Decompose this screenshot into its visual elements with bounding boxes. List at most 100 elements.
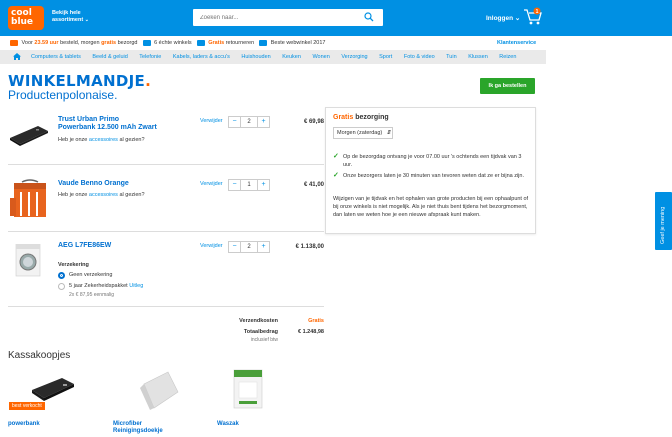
search-bar bbox=[193, 9, 383, 26]
feedback-tab[interactable]: Geef je mening bbox=[655, 192, 672, 250]
site-header: cool blue Bekijk hele assortiment ⌄ Inlo… bbox=[0, 0, 672, 36]
total-value: € 1.248,98 bbox=[298, 329, 324, 335]
cart-item: Trust Urban Primo Powerbank 12.500 mAh Z… bbox=[8, 116, 324, 156]
assortment-line1: Bekijk hele bbox=[52, 10, 81, 16]
quantity-value[interactable]: 1 bbox=[241, 179, 257, 191]
assortment-menu-button[interactable]: Bekijk hele assortiment ⌄ bbox=[52, 10, 89, 24]
search-input[interactable] bbox=[193, 9, 353, 26]
radio-label[interactable]: Geen verzekering bbox=[69, 272, 112, 278]
radio-no-insurance[interactable] bbox=[58, 272, 65, 279]
cart-item: Vaude Benno Orange Heb je onze accessoir… bbox=[8, 178, 324, 222]
radio-insurance-package[interactable] bbox=[58, 283, 65, 290]
usp-stores: 6 échte winkels bbox=[154, 40, 192, 46]
nav-item-huishouden[interactable]: Huishouden bbox=[241, 54, 270, 60]
coolblue-logo[interactable]: cool blue bbox=[8, 6, 44, 30]
usp-gratis: gratis bbox=[101, 40, 117, 46]
deal-name-line: Microfiber bbox=[113, 421, 143, 427]
award-icon bbox=[259, 39, 268, 46]
usp-returns: retourneren bbox=[225, 40, 255, 46]
washing-machine-image[interactable] bbox=[8, 244, 42, 278]
product-name[interactable]: Trust Urban Primo Powerbank 12.500 mAh Z… bbox=[58, 116, 157, 132]
login-button[interactable]: Inloggen ⌄ bbox=[486, 14, 520, 22]
increase-button[interactable]: + bbox=[257, 179, 270, 191]
order-button[interactable]: Ik ga bestellen bbox=[480, 78, 535, 94]
nav-item-wonen[interactable]: Wonen bbox=[312, 54, 329, 60]
total-label: Totaalbedrag bbox=[243, 329, 278, 335]
cart-count-badge: 1 bbox=[536, 9, 539, 15]
nav-item-sport[interactable]: Sport bbox=[379, 54, 392, 60]
insurance-option-label[interactable]: 5 jaar Zekerheidspakket bbox=[69, 283, 128, 289]
customer-service-link[interactable]: Klantenservice bbox=[497, 36, 536, 50]
decrease-button[interactable]: − bbox=[228, 241, 241, 253]
delivery-panel: Gratis bezorging Morgen (zaterdag) ⇵ ✓ O… bbox=[325, 107, 536, 234]
delivery-day-select[interactable]: Morgen (zaterdag) ⇵ bbox=[333, 127, 393, 139]
home-icon[interactable] bbox=[13, 53, 21, 60]
increase-button[interactable]: + bbox=[257, 241, 270, 253]
chevron-down-icon: ⌄ bbox=[514, 15, 521, 22]
chevron-down-icon: ⌄ bbox=[84, 17, 89, 23]
nav-item-keuken[interactable]: Keuken bbox=[282, 54, 301, 60]
remove-button[interactable]: Verwijder bbox=[200, 243, 223, 249]
product-name[interactable]: Vaude Benno Orange bbox=[58, 180, 129, 188]
delivery-truck-icon bbox=[10, 39, 18, 46]
insurance-info-link[interactable]: Uitleg bbox=[129, 283, 143, 289]
store-icon bbox=[142, 39, 151, 46]
shopping-cart-icon[interactable]: 1 bbox=[522, 7, 544, 27]
product-name[interactable]: AEG L7FE86EW bbox=[58, 242, 111, 250]
assortment-line2: assortiment bbox=[52, 17, 84, 23]
toiletry-bag-image[interactable] bbox=[8, 178, 52, 220]
nav-item-tuin[interactable]: Tuin bbox=[446, 54, 457, 60]
search-icon[interactable] bbox=[364, 12, 374, 22]
vat-note: inclusief btw bbox=[250, 337, 278, 343]
remove-button[interactable]: Verwijder bbox=[200, 181, 223, 187]
delivery-bullet: Op de bezorgdag ontvang je voor 07.00 uu… bbox=[343, 154, 522, 168]
quantity-value[interactable]: 2 bbox=[241, 116, 257, 128]
nav-item-verzorging[interactable]: Verzorging bbox=[341, 54, 367, 60]
powerbank-deal-image[interactable] bbox=[30, 372, 76, 406]
divider bbox=[8, 306, 324, 307]
deal-name-line: Reinigingsdoekje bbox=[113, 428, 163, 434]
checkmark-icon: ✓ bbox=[333, 172, 339, 179]
item-price: € 69,98 bbox=[303, 119, 324, 125]
bestseller-badge: best verkocht bbox=[9, 402, 45, 410]
deal-name-microfiber[interactable]: Microfiber Reinigingsdoekje bbox=[113, 421, 163, 435]
login-label: Inloggen bbox=[486, 15, 514, 22]
nav-item-telefonie[interactable]: Telefonie bbox=[139, 54, 161, 60]
nav-item-klussen[interactable]: Klussen bbox=[468, 54, 488, 60]
usp-gratis: Gratis bbox=[208, 40, 225, 46]
radio-label: 5 jaar Zekerheidspakket Uitleg bbox=[69, 283, 143, 289]
hint-text: al gezien? bbox=[119, 192, 145, 198]
quantity-value[interactable]: 2 bbox=[241, 241, 257, 253]
nav-item-reizen[interactable]: Reizen bbox=[499, 54, 516, 60]
page-subtitle: Productenpolonaise. bbox=[8, 88, 118, 102]
accessories-link[interactable]: accessoires bbox=[89, 137, 118, 143]
delivery-day-value: Morgen (zaterdag) bbox=[337, 130, 383, 136]
item-price: € 41,00 bbox=[303, 182, 324, 188]
accessories-link[interactable]: accessoires bbox=[89, 192, 118, 198]
divider bbox=[8, 164, 324, 165]
accessories-hint: Heb je onze accessoires al gezien? bbox=[58, 137, 145, 143]
powerbank-image[interactable] bbox=[8, 124, 50, 146]
remove-button[interactable]: Verwijder bbox=[200, 118, 223, 124]
deal-name-powerbank[interactable]: powerbank bbox=[8, 421, 40, 428]
microfiber-cloth-image[interactable] bbox=[138, 368, 182, 412]
nav-item-kabels[interactable]: Kabels, laders & accu's bbox=[173, 54, 230, 60]
nav-item-foto-video[interactable]: Foto & video bbox=[404, 54, 435, 60]
nav-item-beeld-geluid[interactable]: Beeld & geluid bbox=[92, 54, 127, 60]
decrease-button[interactable]: − bbox=[228, 179, 241, 191]
laundry-bag-image[interactable] bbox=[230, 368, 266, 410]
logo-line2: blue bbox=[11, 17, 34, 27]
select-arrows-icon: ⇵ bbox=[386, 130, 392, 136]
deal-name-waszak[interactable]: Waszak bbox=[217, 421, 239, 428]
nav-item-computers[interactable]: Computers & tablets bbox=[31, 54, 81, 60]
decrease-button[interactable]: − bbox=[228, 116, 241, 128]
delivery-note: Wijzigen van je tijdvak en het ophalen v… bbox=[333, 196, 529, 218]
increase-button[interactable]: + bbox=[257, 116, 270, 128]
product-name-line: Powerbank 12.500 mAh Zwart bbox=[58, 124, 157, 131]
product-name-line: Trust Urban Primo bbox=[58, 116, 120, 123]
shipping-value: Gratis bbox=[308, 318, 324, 324]
section-title: Kassakoopjes bbox=[8, 350, 71, 361]
quantity-stepper: − 2 + bbox=[228, 116, 276, 128]
delivery-bullet: Onze bezorgers laten je 30 minuten van t… bbox=[343, 173, 524, 179]
hint-text: Heb je onze bbox=[58, 192, 88, 198]
